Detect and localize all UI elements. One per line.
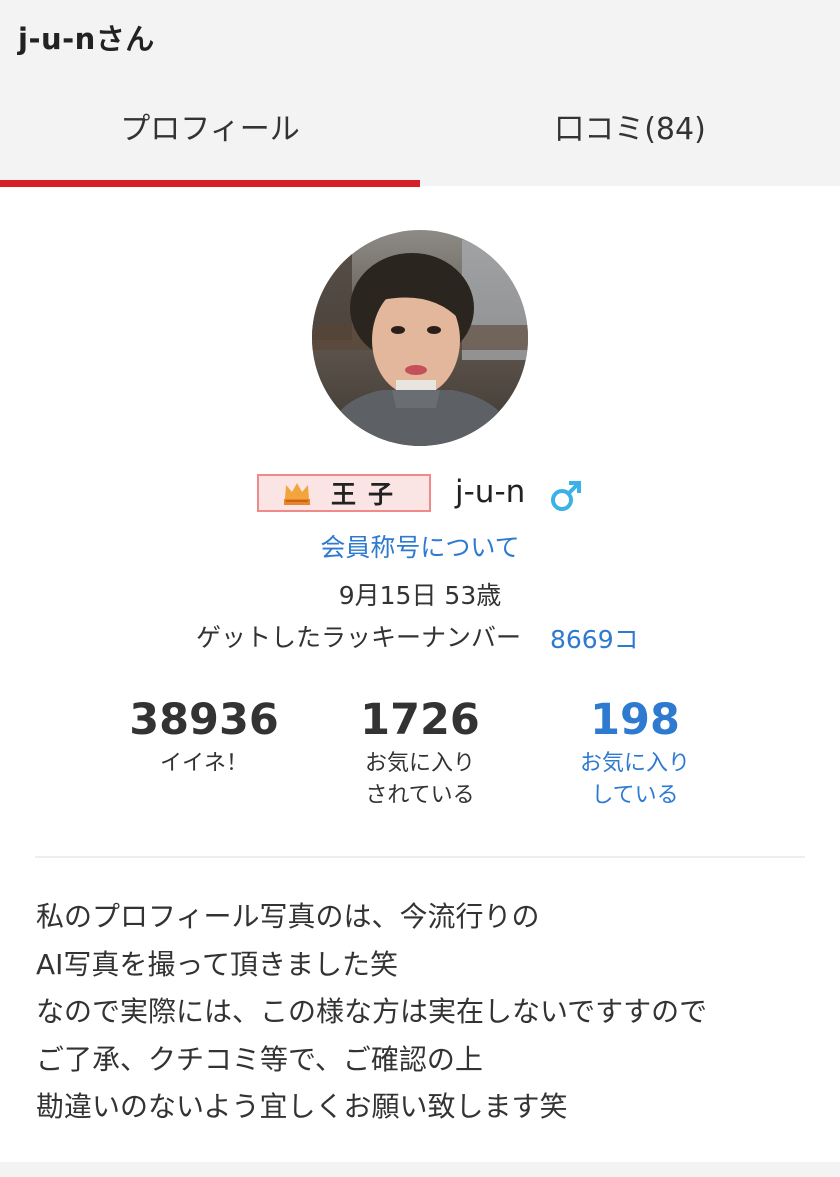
- rank-badge: 王子: [257, 474, 431, 512]
- likes-count: 38936: [129, 695, 279, 745]
- bio-text: 私のプロフィール写真のは、今流行りの AI写真を撮って頂きました笑 なので実際に…: [36, 893, 826, 1131]
- bio-line: ご了承、クチコミ等で、ご確認の上: [36, 1042, 483, 1076]
- bio-line: AI写真を撮って頂きました笑: [36, 947, 399, 981]
- favoriting-stat-link[interactable]: 198 お気に入り している: [525, 692, 745, 812]
- lucky-number-label: ゲットしたラッキーナンバー: [196, 623, 522, 652]
- birthday-age: 9月15日 53歳: [338, 581, 502, 610]
- bio-line: 私のプロフィール写真のは、今流行りの: [36, 900, 540, 933]
- favorited-label-line1: お気に入り: [364, 751, 475, 776]
- lucky-number-row: ゲットしたラッキーナンバー 8669コ: [0, 618, 840, 658]
- favoriting-label-line1[interactable]: お気に入り: [525, 748, 745, 780]
- favorited-stat: 1726 お気に入り されている: [310, 692, 530, 812]
- favorited-count: 1726: [360, 695, 480, 745]
- crown-icon: [283, 483, 310, 505]
- favorited-label-line2: されている: [365, 783, 475, 808]
- active-tab-indicator: [0, 180, 420, 187]
- bio-line: なので実際には、この様な方は実在しないですすので: [36, 995, 708, 1028]
- tab-reviews[interactable]: 口コミ(84): [420, 90, 840, 186]
- favoriting-count[interactable]: 198: [525, 692, 745, 748]
- likes-stat: 38936 イイネ！: [94, 692, 314, 780]
- favoriting-label-line2[interactable]: している: [525, 780, 745, 812]
- member-title-link[interactable]: 会員称号について: [0, 528, 840, 564]
- page-title: j-u-nさん: [18, 22, 155, 56]
- lucky-number-link[interactable]: 8669コ: [550, 620, 639, 656]
- header: j-u-nさん プロフィール 口コミ(84): [0, 0, 840, 187]
- profile-name-row: 王子 j-u-n: [0, 470, 840, 518]
- user-name: j-u-n: [455, 474, 526, 510]
- avatar[interactable]: [312, 230, 528, 446]
- bottom-bar: [0, 1162, 840, 1177]
- rank-label: 王子: [330, 480, 405, 509]
- male-symbol-icon: [551, 481, 581, 511]
- likes-label: イイネ！: [159, 751, 248, 776]
- bio-line: 勘違いのないよう宜しくお願い致します笑: [36, 1090, 568, 1123]
- divider: [35, 856, 805, 858]
- tab-profile[interactable]: プロフィール: [0, 90, 420, 186]
